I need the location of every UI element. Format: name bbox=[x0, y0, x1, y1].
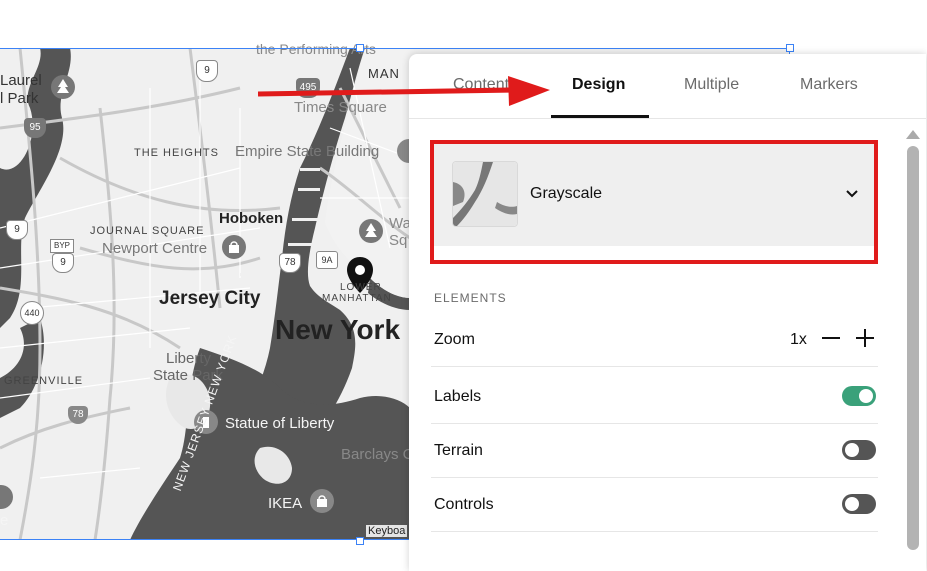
map-style-dropdown[interactable]: Grayscale bbox=[434, 144, 874, 246]
tab-design[interactable]: Design bbox=[572, 76, 625, 94]
resize-handle-top[interactable] bbox=[356, 44, 364, 52]
map-label: MANHATTAN bbox=[322, 293, 392, 304]
map-label: IKEA bbox=[268, 495, 303, 512]
interstate-shield: 95 bbox=[24, 118, 46, 138]
section-title: ELEMENTS bbox=[434, 291, 507, 305]
annotation-arrow-icon bbox=[258, 76, 550, 106]
map-label: Empire State Building bbox=[235, 143, 380, 160]
shopping-icon-2 bbox=[309, 488, 335, 519]
controls-toggle[interactable] bbox=[842, 494, 876, 514]
landmark-icon-2 bbox=[0, 484, 14, 515]
route-shield: 78 bbox=[279, 253, 301, 273]
toggle-knob bbox=[859, 389, 873, 403]
map-label: Sq bbox=[389, 232, 408, 249]
tab-markers[interactable]: Markers bbox=[800, 76, 858, 94]
highlight-box: Grayscale bbox=[430, 140, 878, 264]
resize-handle-top-right[interactable] bbox=[786, 44, 794, 52]
controls-label: Controls bbox=[434, 496, 494, 513]
chevron-down-icon bbox=[844, 186, 860, 207]
map-label: Laurel bbox=[0, 72, 42, 89]
scrollbar-thumb[interactable] bbox=[907, 146, 919, 550]
controls-row: Controls bbox=[431, 477, 878, 532]
terrain-toggle[interactable] bbox=[842, 440, 876, 460]
map-attribution[interactable]: Keyboa bbox=[366, 525, 408, 537]
toggle-knob bbox=[845, 497, 859, 511]
map-label: Statue of Liberty bbox=[225, 415, 335, 432]
map-label: GREENVILLE bbox=[4, 375, 84, 387]
landmark-icon bbox=[396, 138, 421, 169]
route-shield: 9A bbox=[316, 251, 338, 269]
park-icon-2 bbox=[358, 218, 384, 249]
map-label: Newport Centre bbox=[102, 240, 208, 257]
zoom-label: Zoom bbox=[434, 331, 475, 348]
scrollbar[interactable] bbox=[906, 130, 920, 550]
map-label: l Park bbox=[0, 90, 39, 107]
tab-multiple[interactable]: Multiple bbox=[684, 76, 739, 94]
map-label: e bbox=[0, 512, 9, 529]
zoom-value: 1x bbox=[790, 331, 807, 348]
route-shield: 440 bbox=[20, 301, 44, 325]
map-label: JOURNAL SQUARE bbox=[90, 225, 205, 237]
map-label: Hoboken bbox=[219, 210, 284, 227]
scroll-up-arrow-icon[interactable] bbox=[906, 130, 920, 139]
zoom-row: Zoom 1x bbox=[431, 312, 878, 367]
terrain-label: Terrain bbox=[434, 442, 483, 459]
route-shield: 9 bbox=[6, 220, 28, 240]
route-shield: 9 bbox=[52, 253, 74, 273]
design-panel: Content Design Multiple Markers Grayscal… bbox=[409, 54, 926, 571]
zoom-out-button[interactable] bbox=[817, 324, 845, 352]
map-label: Jersey City bbox=[159, 288, 261, 309]
route-shield: 9 bbox=[196, 60, 218, 82]
resize-handle-bottom[interactable] bbox=[356, 537, 364, 545]
terrain-row: Terrain bbox=[431, 423, 878, 478]
labels-label: Labels bbox=[434, 388, 482, 405]
map-label: Liberty bbox=[166, 350, 212, 367]
park-icon bbox=[50, 74, 76, 105]
labels-toggle[interactable] bbox=[842, 386, 876, 406]
labels-row: Labels bbox=[431, 369, 878, 424]
map-label: Wa bbox=[389, 215, 411, 232]
shopping-icon bbox=[221, 234, 247, 265]
map-label: LOWER bbox=[340, 282, 382, 293]
toggle-knob bbox=[845, 443, 859, 457]
zoom-in-button[interactable] bbox=[851, 324, 879, 352]
map-label: THE HEIGHTS bbox=[134, 147, 219, 159]
map-label: New York bbox=[275, 314, 401, 345]
style-thumbnail bbox=[452, 161, 518, 227]
style-label: Grayscale bbox=[530, 185, 603, 202]
active-tab-indicator bbox=[551, 115, 649, 118]
byp-shield: BYP bbox=[50, 239, 74, 253]
